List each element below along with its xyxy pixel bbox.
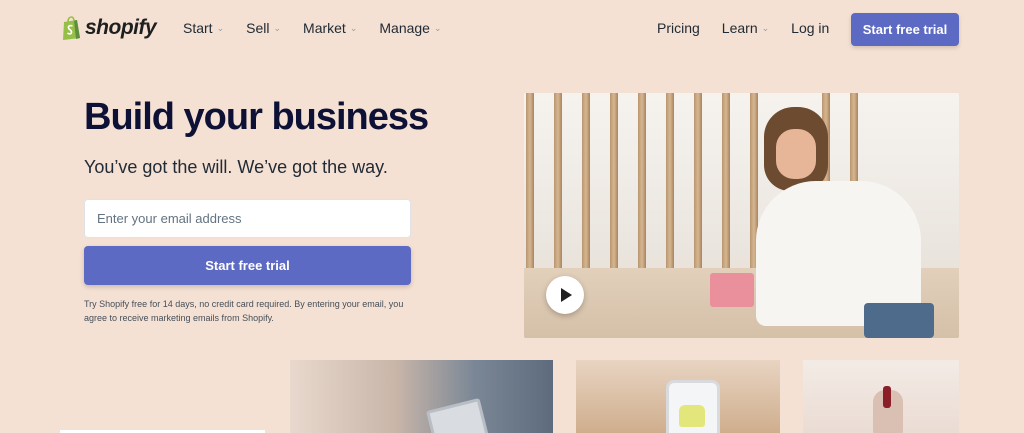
feature-image-clothing [290, 360, 553, 433]
chevron-down-icon: ⌄ [349, 22, 358, 33]
phone-device [666, 380, 720, 433]
nav-start-label: Start [183, 20, 213, 36]
nav-market[interactable]: Market ⌄ [303, 20, 357, 36]
person-jeans [864, 303, 934, 338]
nav-start[interactable]: Start ⌄ [183, 20, 224, 36]
wall-slat [554, 93, 562, 283]
nav-pricing[interactable]: Pricing [657, 20, 700, 36]
feature-image-shoe [803, 360, 959, 433]
play-icon [561, 288, 572, 302]
hero-subtitle: You’ve got the will. We’ve got the way. [84, 157, 388, 177]
shirt-graphic [679, 405, 705, 427]
tablet-device [425, 397, 490, 433]
nav-sell[interactable]: Sell ⌄ [246, 20, 281, 36]
hero-video[interactable] [524, 93, 959, 338]
nav-login[interactable]: Log in [791, 20, 829, 36]
secondary-menu: Pricing Learn ⌄ Log in [657, 20, 829, 36]
shopify-bag-icon [61, 16, 81, 40]
wall-slat [582, 93, 590, 283]
shoe-lace [883, 386, 891, 408]
primary-menu: Start ⌄ Sell ⌄ Market ⌄ Manage ⌄ [183, 20, 442, 36]
start-free-trial-nav-button[interactable]: Start free trial [851, 13, 959, 46]
top-navigation: shopify Start ⌄ Sell ⌄ Market ⌄ Manage ⌄… [0, 0, 1024, 58]
nav-manage-label: Manage [379, 20, 430, 36]
logo-wordmark: shopify [85, 16, 157, 39]
pink-tool [710, 273, 754, 307]
person-face [776, 129, 816, 179]
nav-learn[interactable]: Learn ⌄ [722, 20, 769, 36]
play-button[interactable] [546, 276, 584, 314]
wall-slat [638, 93, 646, 283]
chevron-down-icon: ⌄ [761, 22, 770, 33]
chevron-down-icon: ⌄ [273, 22, 282, 33]
wall-slat [722, 93, 730, 283]
nav-manage[interactable]: Manage ⌄ [379, 20, 441, 36]
hero-title: Build your business [84, 96, 429, 138]
wall-slat [666, 93, 674, 283]
wall-slat [610, 93, 618, 283]
email-input[interactable] [84, 199, 411, 238]
wall-slat [526, 93, 534, 283]
chevron-down-icon: ⌄ [216, 22, 225, 33]
wall-slat [694, 93, 702, 283]
nav-learn-label: Learn [721, 20, 758, 36]
chevron-down-icon: ⌄ [433, 22, 442, 33]
feature-image-phone [576, 360, 780, 433]
shopify-logo[interactable]: shopify [61, 16, 157, 40]
nav-sell-label: Sell [246, 20, 270, 36]
trial-disclaimer: Try Shopify free for 14 days, no credit … [84, 299, 404, 323]
start-free-trial-button[interactable]: Start free trial [84, 246, 411, 285]
nav-market-label: Market [303, 20, 346, 36]
